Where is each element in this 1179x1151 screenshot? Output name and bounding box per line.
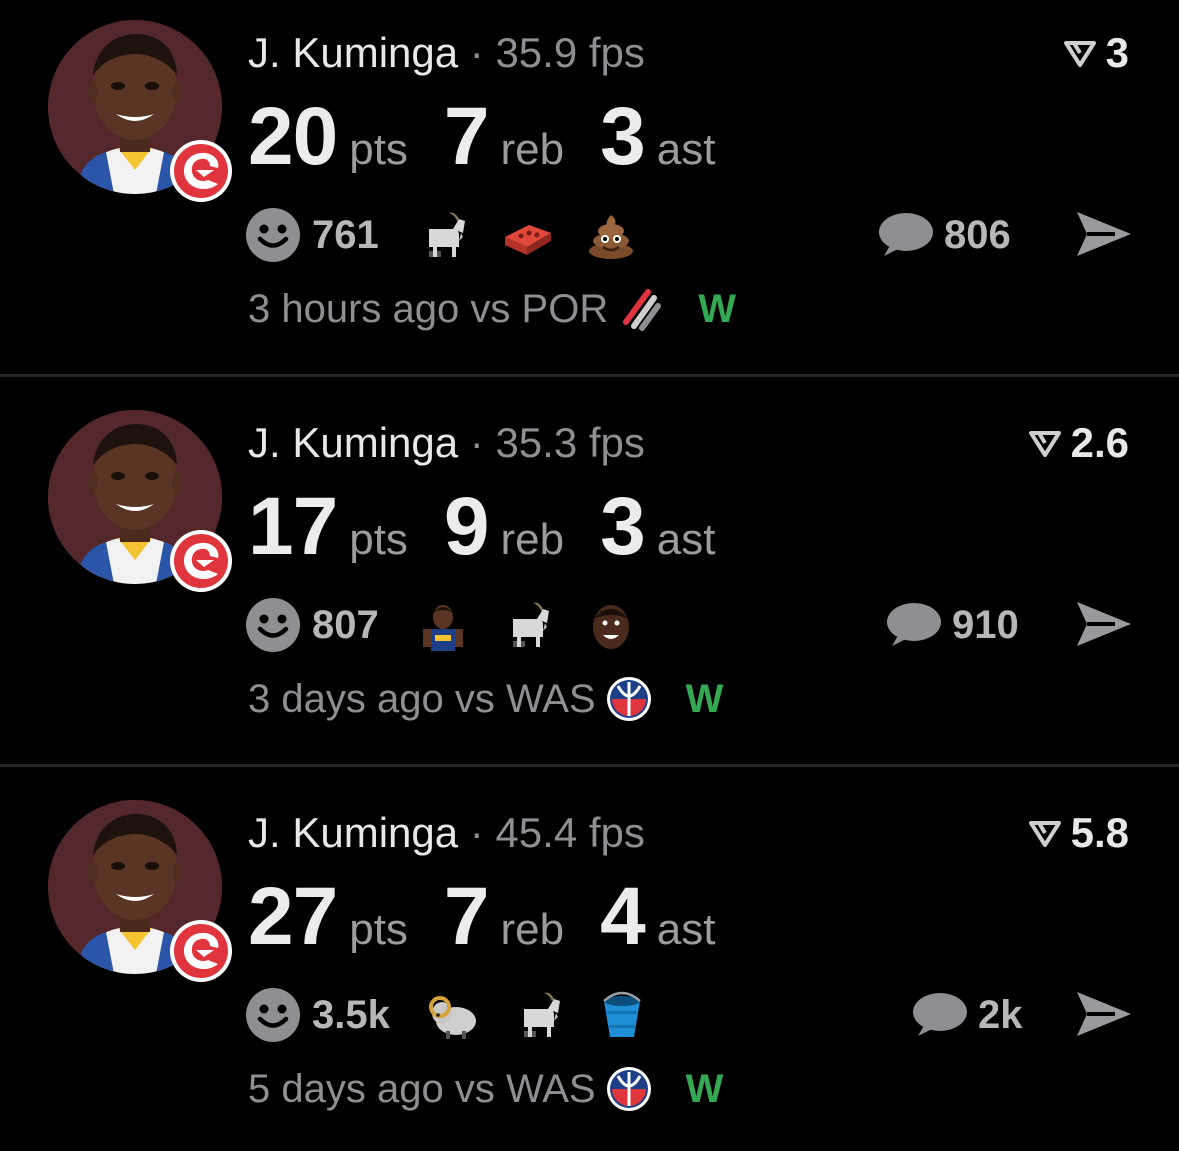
- score-badge: 3: [1063, 28, 1129, 78]
- comment-count: 806: [944, 212, 1011, 257]
- player-name[interactable]: J. Kuminga: [248, 419, 458, 466]
- score-icon: [1028, 821, 1061, 847]
- comments-button[interactable]: 910: [886, 595, 1019, 655]
- player-name-line: J. Kuminga · 35.3 fps: [248, 419, 645, 466]
- game-time: 5 days ago: [248, 1066, 444, 1111]
- divider: [0, 764, 1179, 767]
- blazers-logo-icon: [618, 286, 664, 332]
- opponent: vs POR: [470, 286, 609, 331]
- game-meta: 3 days ago vs WAS W: [248, 676, 723, 722]
- score-value: 3: [1105, 29, 1129, 76]
- reaction-count[interactable]: 3.5k: [312, 993, 390, 1038]
- comments-button[interactable]: 2k: [912, 985, 1023, 1045]
- reaction-count[interactable]: 761: [312, 213, 379, 258]
- goat-emoji-icon[interactable]: [510, 987, 566, 1043]
- poop-emoji-icon[interactable]: [583, 207, 639, 263]
- team-logo-icon: [170, 530, 232, 592]
- rebounds-label: reb: [500, 905, 565, 954]
- rebounds-label: reb: [500, 515, 565, 564]
- share-button[interactable]: [1075, 598, 1133, 650]
- comment-count: 2k: [978, 992, 1023, 1037]
- points-label: pts: [349, 515, 408, 564]
- divider: [0, 374, 1179, 377]
- assists-label: ast: [656, 515, 716, 564]
- comments-button[interactable]: 806: [878, 205, 1011, 265]
- team-logo-icon: [170, 140, 232, 202]
- stat-line: 20 pts 7 reb 3 ast: [248, 92, 751, 182]
- reactions-bar: 807: [246, 595, 667, 655]
- add-reaction-icon[interactable]: [246, 988, 300, 1042]
- game-time: 3 days ago: [248, 676, 444, 721]
- game-meta: 3 hours ago vs POR W: [248, 286, 736, 332]
- comment-count: 910: [952, 602, 1019, 647]
- reaction-count[interactable]: 807: [312, 603, 379, 648]
- opponent: vs WAS: [454, 1066, 596, 1111]
- bucket-emoji-icon[interactable]: [594, 987, 650, 1043]
- player-name[interactable]: J. Kuminga: [248, 29, 458, 76]
- opponent: vs WAS: [454, 676, 596, 721]
- game-result: W: [698, 286, 736, 331]
- player-sticker-emoji-icon[interactable]: [415, 597, 471, 653]
- game-time: 3 hours ago: [248, 286, 460, 331]
- fantasy-points: 45.4 fps: [495, 809, 645, 856]
- rebounds-value: 9: [443, 481, 490, 572]
- game-card[interactable]: J. Kuminga · 35.3 fps 2.6 17 pts 9 reb 3 as…: [0, 390, 1179, 765]
- goat-emoji-icon[interactable]: [415, 207, 471, 263]
- send-icon: [1075, 600, 1133, 648]
- points-value: 20: [248, 91, 338, 182]
- stat-line: 27 pts 7 reb 4 ast: [248, 872, 751, 962]
- score-value: 5.8: [1070, 809, 1129, 856]
- fantasy-points: 35.3 fps: [495, 419, 645, 466]
- score-badge: 2.6: [1028, 418, 1129, 468]
- wizards-logo-icon: [605, 676, 652, 722]
- game-meta: 5 days ago vs WAS W: [248, 1066, 723, 1112]
- face-sticker-emoji-icon[interactable]: [583, 597, 639, 653]
- stat-line: 17 pts 9 reb 3 ast: [248, 482, 751, 572]
- wizards-logo-icon: [605, 1066, 652, 1112]
- add-reaction-icon[interactable]: [246, 598, 300, 652]
- fantasy-points: 35.9 fps: [495, 29, 645, 76]
- assists-value: 4: [600, 871, 646, 962]
- share-button[interactable]: [1075, 208, 1133, 260]
- assists-value: 3: [600, 481, 646, 572]
- game-result: W: [685, 676, 724, 721]
- score-icon: [1063, 41, 1096, 67]
- player-name-line: J. Kuminga · 45.4 fps: [248, 809, 645, 856]
- send-icon: [1075, 990, 1133, 1038]
- comment-icon: [886, 602, 942, 648]
- rebounds-value: 7: [443, 871, 490, 962]
- share-button[interactable]: [1075, 988, 1133, 1040]
- assists-label: ast: [656, 905, 716, 954]
- goat-emoji-icon[interactable]: [499, 597, 555, 653]
- game-card[interactable]: J. Kuminga · 45.4 fps 5.8 27 pts 7 reb 4 as…: [0, 780, 1179, 1151]
- ram-emoji-icon[interactable]: [426, 987, 482, 1043]
- reactions-bar: 761: [246, 205, 667, 265]
- game-card[interactable]: J. Kuminga · 35.9 fps 3 20 pts 7 reb 3 ast …: [0, 0, 1179, 375]
- points-label: pts: [349, 905, 408, 954]
- game-result: W: [685, 1066, 724, 1111]
- score-icon: [1028, 431, 1061, 457]
- assists-value: 3: [600, 91, 646, 182]
- brick-emoji-icon[interactable]: [499, 207, 555, 263]
- rebounds-value: 7: [443, 91, 490, 182]
- comment-icon: [912, 992, 968, 1038]
- player-name-line: J. Kuminga · 35.9 fps: [248, 29, 645, 76]
- points-label: pts: [349, 125, 408, 174]
- points-value: 27: [248, 871, 338, 962]
- score-badge: 5.8: [1028, 808, 1129, 858]
- assists-label: ast: [656, 125, 716, 174]
- points-value: 17: [248, 481, 338, 572]
- score-value: 2.6: [1070, 419, 1129, 466]
- player-name[interactable]: J. Kuminga: [248, 809, 458, 856]
- reactions-bar: 3.5k: [246, 985, 678, 1045]
- comment-icon: [878, 212, 934, 258]
- send-icon: [1075, 210, 1133, 258]
- team-logo-icon: [170, 920, 232, 982]
- rebounds-label: reb: [500, 125, 565, 174]
- add-reaction-icon[interactable]: [246, 208, 300, 262]
